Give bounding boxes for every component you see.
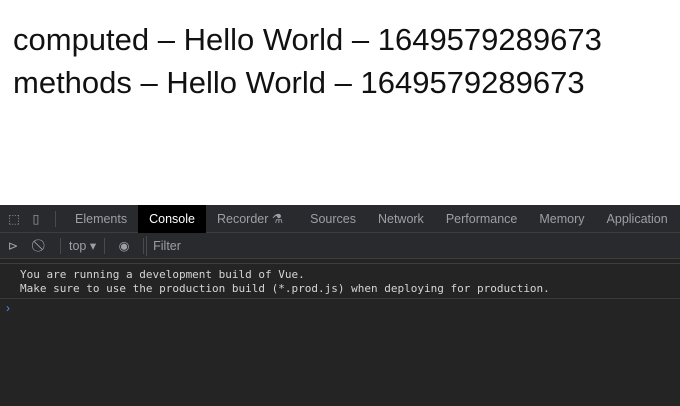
console-message: You are running a development build of V… bbox=[0, 263, 680, 299]
message-line: You are running a development build of V… bbox=[20, 268, 305, 281]
eye-icon[interactable]: ◉ bbox=[113, 232, 135, 260]
tab-sources[interactable]: Sources bbox=[294, 205, 367, 233]
page-content: computed – Hello World – 1649579289673 m… bbox=[0, 0, 680, 205]
divider bbox=[60, 237, 61, 254]
methods-output: methods – Hello World – 1649579289673 bbox=[13, 65, 585, 100]
devtools-tab-bar: ⬚ ▯ Elements Console Recorder ⚗ Sources … bbox=[0, 204, 680, 233]
filter-input[interactable]: Filter bbox=[146, 235, 680, 256]
tab-elements[interactable]: Elements bbox=[64, 205, 138, 233]
tab-console[interactable]: Console bbox=[138, 204, 206, 233]
tab-network[interactable]: Network bbox=[367, 205, 435, 233]
device-toolbar-icon[interactable]: ▯ bbox=[25, 205, 47, 233]
console-toolbar: ⊳ ⃠ top ▾ ◉ Filter bbox=[0, 233, 680, 259]
message-line: Make sure to use the production build (*… bbox=[20, 282, 550, 295]
inspect-element-icon[interactable]: ⬚ bbox=[3, 205, 25, 233]
tab-recorder-label: Recorder bbox=[216, 211, 269, 226]
sidebar-toggle-icon[interactable]: ⊳ bbox=[2, 232, 24, 260]
flask-icon: ⚗ bbox=[271, 211, 284, 226]
tab-application[interactable]: Application bbox=[596, 205, 679, 233]
devtools-panel: ⬚ ▯ Elements Console Recorder ⚗ Sources … bbox=[0, 204, 680, 406]
tab-recorder[interactable]: Recorder ⚗ bbox=[206, 205, 294, 233]
context-selector[interactable]: top ▾ bbox=[69, 238, 96, 253]
divider bbox=[143, 237, 145, 254]
console-prompt[interactable]: › bbox=[0, 299, 680, 315]
tab-performance[interactable]: Performance bbox=[435, 205, 529, 233]
clear-console-icon[interactable]: ⃠ bbox=[30, 232, 52, 260]
tab-memory[interactable]: Memory bbox=[528, 205, 595, 233]
divider bbox=[55, 210, 56, 227]
computed-output: computed – Hello World – 1649579289673 bbox=[13, 22, 602, 57]
divider bbox=[104, 237, 106, 254]
